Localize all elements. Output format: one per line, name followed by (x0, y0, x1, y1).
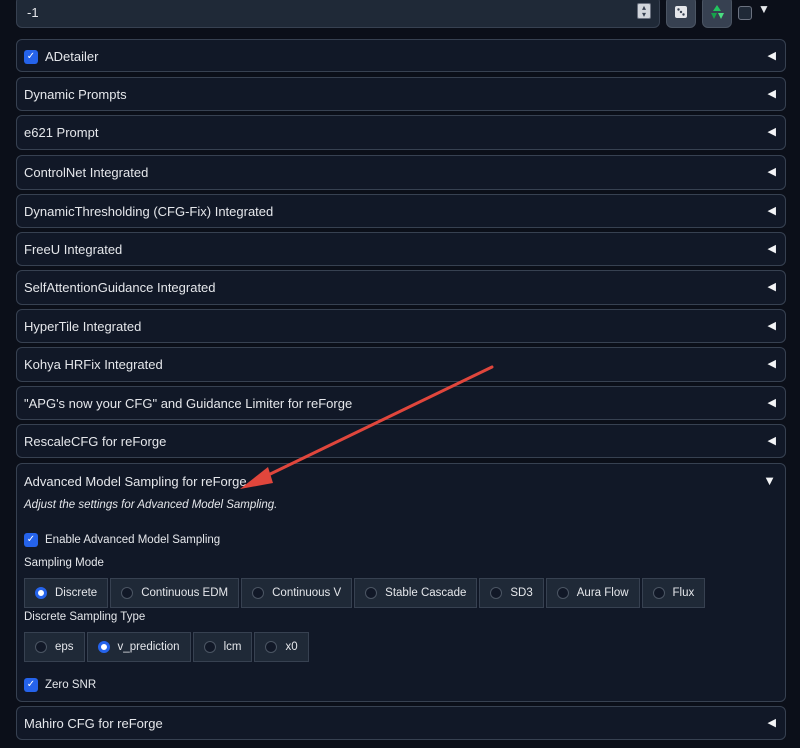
sampling-mode-label: Sampling Mode (24, 557, 104, 569)
accordion-kohya-hrfix[interactable]: Kohya HRFix Integrated ◀ (16, 347, 786, 382)
accordion-title: Kohya HRFix Integrated (24, 357, 163, 372)
number-spinner-icon[interactable]: ▴ ▾ (637, 3, 651, 19)
enable-ams-label: Enable Advanced Model Sampling (45, 534, 221, 546)
accordion-title: Dynamic Prompts (24, 87, 127, 102)
collapse-arrow-icon[interactable]: ◀ (768, 319, 776, 332)
accordion-title: HyperTile Integrated (24, 319, 142, 334)
collapse-arrow-icon[interactable]: ◀ (768, 280, 776, 293)
discrete-type-label: Discrete Sampling Type (24, 611, 146, 623)
accordion-title: Mahiro CFG for reForge (24, 716, 163, 731)
seed-input[interactable]: -1 ▴ ▾ (16, 0, 660, 28)
radio-label: v_prediction (117, 641, 180, 653)
reuse-seed-button[interactable] (702, 0, 732, 28)
accordion-e621-prompt[interactable]: e621 Prompt ◀ (16, 115, 786, 150)
collapse-arrow-icon[interactable]: ◀ (768, 357, 776, 370)
radio-selected-icon (97, 641, 110, 653)
extra-checkbox[interactable] (738, 6, 752, 20)
collapse-arrow-icon[interactable]: ◀ (768, 165, 776, 178)
radio-stable-cascade[interactable]: Stable Cascade (354, 578, 478, 608)
seed-value: -1 (27, 5, 39, 20)
recycle-icon (711, 5, 724, 19)
radio-label: x0 (285, 641, 298, 653)
accordion-title: FreeU Integrated (24, 242, 123, 257)
radio-flux[interactable]: Flux (641, 578, 706, 608)
accordion-freeu[interactable]: FreeU Integrated ◀ (16, 232, 786, 266)
collapse-arrow-icon[interactable]: ◀ (768, 87, 776, 100)
radio-label: Flux (672, 587, 695, 599)
accordion-self-attention-guidance[interactable]: SelfAttentionGuidance Integrated ◀ (16, 270, 786, 305)
radio-unselected-icon (35, 641, 47, 653)
radio-x0[interactable]: x0 (254, 632, 309, 662)
accordion-title: DynamicThresholding (CFG-Fix) Integrated (24, 204, 274, 219)
dice-icon (675, 6, 687, 18)
extra-dropdown-icon[interactable]: ▼ (758, 2, 770, 16)
radio-continuous-v[interactable]: Continuous V (241, 578, 353, 608)
accordion-dynamic-thresholding[interactable]: DynamicThresholding (CFG-Fix) Integrated… (16, 194, 786, 228)
accordion-hypertile[interactable]: HyperTile Integrated ◀ (16, 309, 786, 343)
collapse-arrow-icon[interactable]: ◀ (768, 242, 776, 255)
radio-eps[interactable]: eps (24, 632, 85, 662)
radio-label: Stable Cascade (385, 587, 467, 599)
accordion-advanced-model-sampling: Advanced Model Sampling for reForge ▼ Ad… (16, 463, 786, 702)
accordion-title: e621 Prompt (24, 125, 99, 140)
accordion-rescalecfg[interactable]: RescaleCFG for reForge ◀ (16, 424, 786, 458)
radio-label: eps (55, 641, 74, 653)
collapse-arrow-icon[interactable]: ◀ (768, 434, 776, 447)
radio-label: Continuous V (272, 587, 342, 599)
discrete-type-radio-group: eps v_prediction lcm x0 (24, 632, 311, 662)
zero-snr-label: Zero SNR (45, 679, 97, 691)
radio-label: Continuous EDM (141, 587, 229, 599)
radio-label: lcm (223, 641, 242, 653)
collapse-arrow-icon[interactable]: ◀ (768, 49, 776, 62)
accordion-mahiro-cfg[interactable]: Mahiro CFG for reForge ◀ (16, 706, 786, 740)
collapse-arrow-icon[interactable]: ◀ (768, 204, 776, 217)
expand-arrow-icon[interactable]: ▼ (763, 473, 776, 488)
radio-continuous-edm[interactable]: Continuous EDM (110, 578, 240, 608)
collapse-arrow-icon[interactable]: ◀ (768, 716, 776, 729)
zero-snr-checkbox-row[interactable]: ✓ Zero SNR (24, 678, 96, 692)
radio-discrete[interactable]: Discrete (24, 578, 109, 608)
seed-row: -1 ▴ ▾ ▼ (16, 0, 786, 30)
radio-unselected-icon (203, 641, 216, 653)
radio-unselected-icon (652, 587, 665, 599)
radio-unselected-icon (365, 587, 378, 599)
accordion-controlnet[interactable]: ControlNet Integrated ◀ (16, 155, 786, 190)
accordion-header[interactable]: Advanced Model Sampling for reForge ▼ (17, 464, 785, 498)
accordion-apg-cfg[interactable]: "APG's now your CFG" and Guidance Limite… (16, 386, 786, 420)
radio-label: Aura Flow (576, 587, 629, 599)
zero-snr-checkbox[interactable]: ✓ (24, 678, 38, 692)
collapse-arrow-icon[interactable]: ◀ (768, 396, 776, 409)
accordion-title: Advanced Model Sampling for reForge (24, 474, 247, 489)
accordion-title: RescaleCFG for reForge (24, 434, 167, 449)
collapse-arrow-icon[interactable]: ◀ (768, 125, 776, 138)
radio-label: SD3 (510, 587, 533, 599)
enable-ams-checkbox[interactable]: ✓ (24, 533, 38, 547)
accordion-title: ADetailer (45, 49, 99, 64)
radio-unselected-icon (252, 587, 265, 599)
radio-aura-flow[interactable]: Aura Flow (545, 578, 640, 608)
radio-selected-icon (35, 587, 47, 599)
adetailer-checkbox[interactable]: ✓ (24, 50, 38, 64)
radio-unselected-icon (490, 587, 503, 599)
radio-v-prediction[interactable]: v_prediction (86, 632, 191, 662)
accordion-title: SelfAttentionGuidance Integrated (24, 280, 216, 295)
accordion-description: Adjust the settings for Advanced Model S… (24, 499, 278, 511)
radio-unselected-icon (121, 587, 134, 599)
accordion-title: ControlNet Integrated (24, 165, 149, 180)
radio-unselected-icon (556, 587, 569, 599)
enable-ams-checkbox-row[interactable]: ✓ Enable Advanced Model Sampling (24, 533, 220, 547)
sampling-mode-radio-group: Discrete Continuous EDM Continuous V Sta… (24, 578, 707, 608)
radio-label: Discrete (55, 587, 98, 599)
radio-sd3[interactable]: SD3 (479, 578, 544, 608)
accordion-dynamic-prompts[interactable]: Dynamic Prompts ◀ (16, 77, 786, 111)
random-seed-button[interactable] (666, 0, 696, 28)
accordion-title: "APG's now your CFG" and Guidance Limite… (24, 396, 353, 411)
accordion-adetailer[interactable]: ✓ ADetailer ◀ (16, 39, 786, 72)
radio-unselected-icon (265, 641, 278, 653)
radio-lcm[interactable]: lcm (192, 632, 253, 662)
